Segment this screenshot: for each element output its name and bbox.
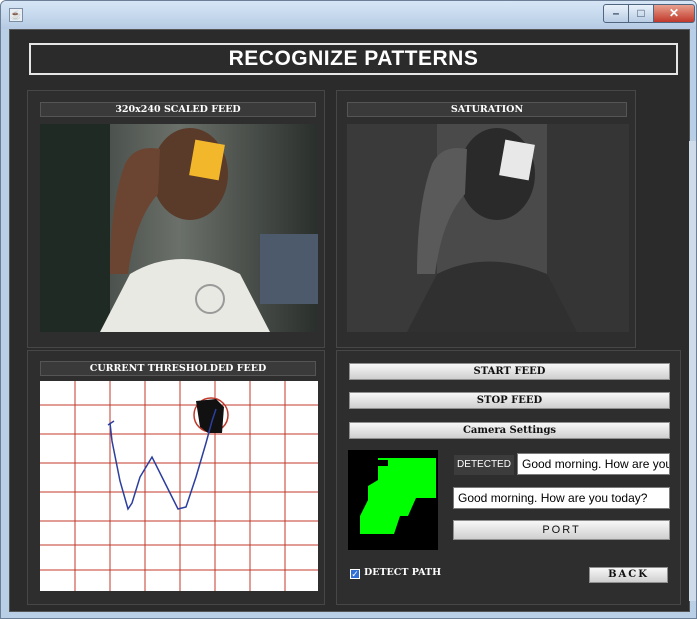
page-title: RECOGNIZE PATTERNS (29, 43, 678, 75)
thresholded-panel: CURRENT THRESHOLDED FEED (27, 350, 325, 605)
thresholded-label: CURRENT THRESHOLDED FEED (40, 361, 316, 376)
window-titlebar[interactable]: ☕ – □ ✕ (1, 1, 696, 29)
app-window: ☕ – □ ✕ RECOGNIZE PATTERNS 320x240 SCALE… (0, 0, 697, 619)
detected-text-field[interactable]: Good morning. How are you t (517, 453, 670, 475)
scaled-feed-label: 320x240 SCALED FEED (40, 102, 316, 117)
path-grid-canvas (40, 381, 318, 591)
java-cup-icon: ☕ (9, 8, 23, 22)
saturation-image (347, 124, 629, 332)
saturation-label: SATURATION (347, 102, 627, 117)
close-button[interactable]: ✕ (653, 4, 695, 23)
minimize-button[interactable]: – (603, 4, 629, 23)
detect-path-checkbox[interactable]: ✓ (350, 569, 360, 579)
maximize-icon: □ (637, 6, 645, 20)
maximize-button[interactable]: □ (628, 4, 654, 23)
main-content: RECOGNIZE PATTERNS 320x240 SCALED FEED S… (9, 29, 690, 612)
camera-settings-button[interactable]: Camera Settings (349, 422, 670, 439)
detected-pattern-preview (348, 450, 438, 550)
controls-panel: START FEED STOP FEED Camera Settings DET… (336, 350, 681, 605)
camera-feed-image (40, 124, 318, 332)
detected-label: DETECTED (454, 455, 514, 475)
stop-feed-button[interactable]: STOP FEED (349, 392, 670, 409)
saturation-view (347, 124, 629, 332)
scaled-feed-view (40, 124, 318, 332)
detect-path-label[interactable]: DETECT PATH (364, 567, 441, 578)
checkmark-icon: ✓ (351, 569, 359, 579)
message-text-field[interactable]: Good morning. How are you today? (453, 487, 670, 509)
pattern-preview-graphic (348, 450, 438, 550)
back-button[interactable]: BACK (589, 567, 668, 583)
thresholded-view (40, 381, 318, 591)
minimize-icon: – (612, 6, 620, 20)
saturation-panel: SATURATION (336, 90, 636, 348)
start-feed-button[interactable]: START FEED (349, 363, 670, 380)
scaled-feed-panel: 320x240 SCALED FEED (27, 90, 325, 348)
right-scrollbar[interactable] (689, 141, 696, 601)
port-button[interactable]: PORT (453, 520, 670, 540)
close-icon: ✕ (668, 6, 680, 20)
